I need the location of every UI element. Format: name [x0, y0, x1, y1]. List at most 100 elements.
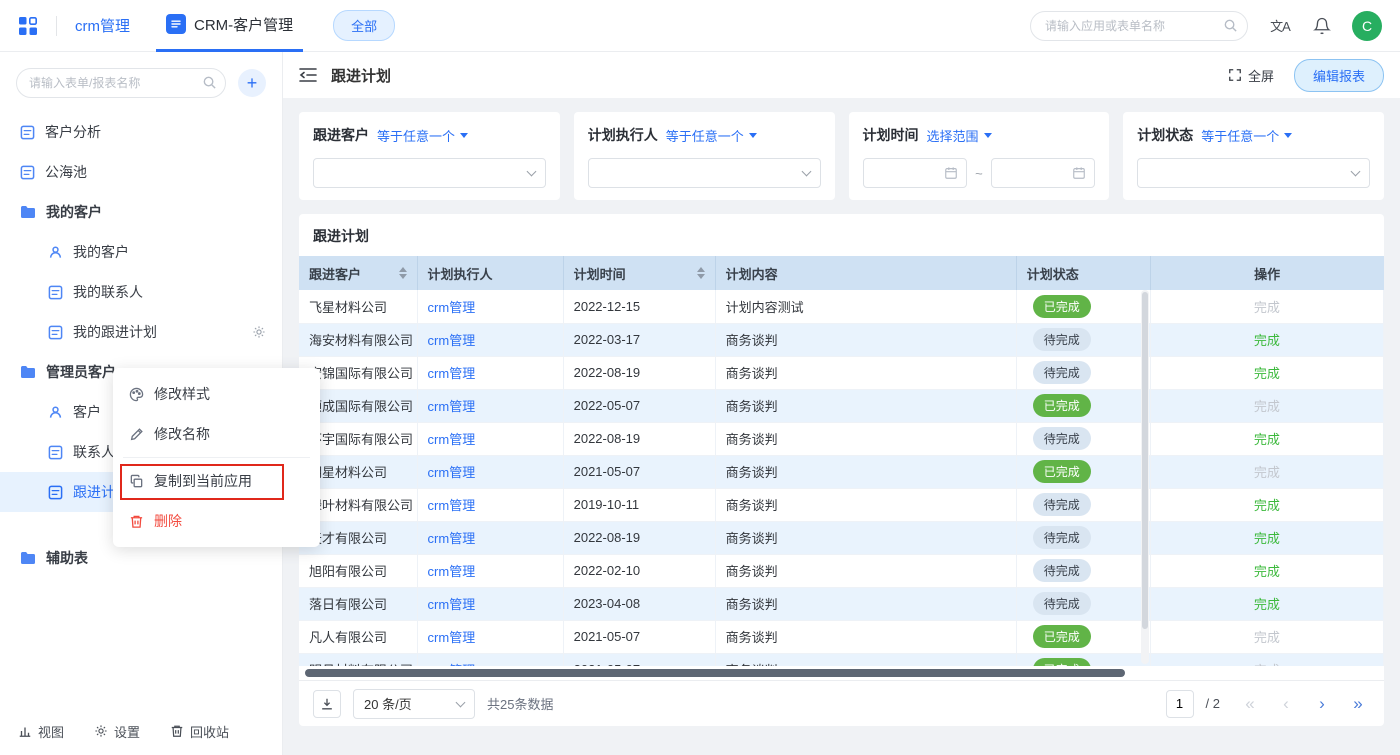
cell-status: 待完成: [1016, 587, 1150, 620]
cell-status: 待完成: [1016, 554, 1150, 587]
cell-executor: crm管理: [417, 422, 563, 455]
cell-status: 已完成: [1016, 620, 1150, 653]
action-complete: 完成: [1254, 300, 1280, 315]
caret-down-icon: [749, 133, 757, 142]
export-button[interactable]: [313, 690, 341, 718]
filter-value-select[interactable]: [588, 158, 821, 188]
sidebar-item-label: 我的跟进计划: [73, 322, 157, 342]
all-button[interactable]: 全部: [333, 10, 395, 41]
table-row: 顺成国际有限公司crm管理2022-05-07商务谈判已完成完成: [299, 389, 1384, 422]
add-form-button[interactable]: +: [238, 69, 266, 97]
action-complete[interactable]: 完成: [1254, 597, 1280, 612]
filter-operator-dropdown[interactable]: 选择范围: [927, 126, 992, 145]
executor-link[interactable]: crm管理: [428, 498, 476, 513]
col-header-customer[interactable]: 跟进客户: [299, 256, 417, 290]
table-row: 明月材料有限公司crm管理2021-05-07商务谈判已完成完成: [299, 653, 1384, 666]
executor-link[interactable]: crm管理: [428, 399, 476, 414]
menu-item-delete[interactable]: 删除: [113, 501, 320, 541]
executor-link[interactable]: crm管理: [428, 663, 476, 666]
fullscreen-button[interactable]: 全屏: [1228, 66, 1274, 85]
chevron-down-icon: [456, 697, 466, 707]
sidebar-search-input[interactable]: [16, 68, 226, 98]
action-complete[interactable]: 完成: [1254, 333, 1280, 348]
filter-operator-dropdown[interactable]: 等于任意一个: [377, 126, 468, 145]
views-button[interactable]: 视图: [18, 722, 64, 741]
status-badge: 已完成: [1033, 295, 1091, 318]
sidebar-item-customer-analysis[interactable]: 客户分析: [0, 112, 282, 152]
next-page-button[interactable]: ›: [1310, 692, 1334, 716]
cell-action: 完成: [1150, 620, 1383, 653]
tab-crm-customer-management[interactable]: CRM-客户管理: [156, 0, 303, 52]
executor-link[interactable]: crm管理: [428, 630, 476, 645]
global-search-input[interactable]: [1030, 11, 1248, 41]
executor-link[interactable]: crm管理: [428, 564, 476, 579]
collapse-sidebar-icon[interactable]: [299, 67, 317, 83]
first-page-button[interactable]: «: [1238, 692, 1262, 716]
action-complete[interactable]: 完成: [1254, 531, 1280, 546]
bell-icon[interactable]: [1310, 14, 1334, 38]
folder-icon: [20, 205, 36, 219]
tab-label: CRM-客户管理: [194, 14, 293, 35]
filter-operator-dropdown[interactable]: 等于任意一个: [666, 126, 757, 145]
executor-link[interactable]: crm管理: [428, 300, 476, 315]
caret-down-icon: [460, 133, 468, 142]
settings-button[interactable]: 设置: [94, 722, 140, 741]
edit-report-button[interactable]: 编辑报表: [1294, 59, 1384, 92]
filter-value-select[interactable]: [313, 158, 546, 188]
status-badge: 待完成: [1033, 559, 1091, 582]
col-header-date[interactable]: 计划时间: [563, 256, 715, 290]
filter-operator-dropdown[interactable]: 等于任意一个: [1201, 126, 1292, 145]
calendar-icon: [1072, 166, 1086, 180]
search-icon: [1223, 18, 1238, 33]
action-complete[interactable]: 完成: [1254, 432, 1280, 447]
sidebar-item-my-customers[interactable]: 我的客户: [0, 232, 282, 272]
page-input[interactable]: [1166, 690, 1194, 718]
cell-date: 2022-05-07: [563, 389, 715, 422]
sidebar-item-my-follow-plan[interactable]: 我的跟进计划: [0, 312, 282, 352]
cell-executor: crm管理: [417, 455, 563, 488]
person-icon: [48, 245, 63, 260]
cell-date: 2021-05-07: [563, 455, 715, 488]
app-name-link[interactable]: crm管理: [75, 15, 130, 36]
executor-link[interactable]: crm管理: [428, 465, 476, 480]
executor-link[interactable]: crm管理: [428, 333, 476, 348]
executor-link[interactable]: crm管理: [428, 432, 476, 447]
vertical-scrollbar-thumb[interactable]: [1142, 292, 1148, 629]
translate-icon[interactable]: 文A: [1268, 14, 1292, 38]
item-settings-gear-icon[interactable]: [252, 325, 266, 339]
menu-item-edit-name[interactable]: 修改名称: [113, 414, 320, 454]
cell-content: 商务谈判: [715, 488, 1016, 521]
action-complete[interactable]: 完成: [1254, 564, 1280, 579]
sidebar-group-my-customers[interactable]: 我的客户: [0, 192, 282, 232]
menu-item-copy-to-current-app[interactable]: 复制到当前应用: [113, 461, 320, 501]
filter-value-select[interactable]: [1137, 158, 1370, 188]
executor-link[interactable]: crm管理: [428, 597, 476, 612]
sort-icon[interactable]: [697, 267, 705, 279]
prev-page-button[interactable]: ‹: [1274, 692, 1298, 716]
date-start-input[interactable]: [863, 158, 968, 188]
status-badge: 待完成: [1033, 361, 1091, 384]
vertical-scrollbar[interactable]: [1141, 290, 1149, 664]
filter-label: 跟进客户: [313, 125, 369, 145]
folder-icon: [20, 551, 36, 565]
menu-divider: [123, 457, 310, 458]
action-complete[interactable]: 完成: [1254, 366, 1280, 381]
sidebar-item-public-pool[interactable]: 公海池: [0, 152, 282, 192]
sidebar-footer: 视图 设置 回收站: [0, 707, 282, 755]
avatar[interactable]: C: [1352, 11, 1382, 41]
cell-date: 2019-10-11: [563, 488, 715, 521]
horizontal-scrollbar[interactable]: [303, 669, 1148, 677]
action-complete: 完成: [1254, 663, 1280, 666]
sort-icon[interactable]: [399, 267, 407, 279]
recycle-bin-button[interactable]: 回收站: [170, 722, 229, 741]
horizontal-scrollbar-thumb[interactable]: [305, 669, 1125, 677]
last-page-button[interactable]: »: [1346, 692, 1370, 716]
page-size-select[interactable]: 20 条/页: [353, 689, 475, 719]
apps-grid-icon[interactable]: [18, 16, 38, 36]
executor-link[interactable]: crm管理: [428, 531, 476, 546]
executor-link[interactable]: crm管理: [428, 366, 476, 381]
action-complete[interactable]: 完成: [1254, 498, 1280, 513]
menu-item-edit-style[interactable]: 修改样式: [113, 374, 320, 414]
sidebar-item-my-contacts[interactable]: 我的联系人: [0, 272, 282, 312]
date-end-input[interactable]: [991, 158, 1096, 188]
